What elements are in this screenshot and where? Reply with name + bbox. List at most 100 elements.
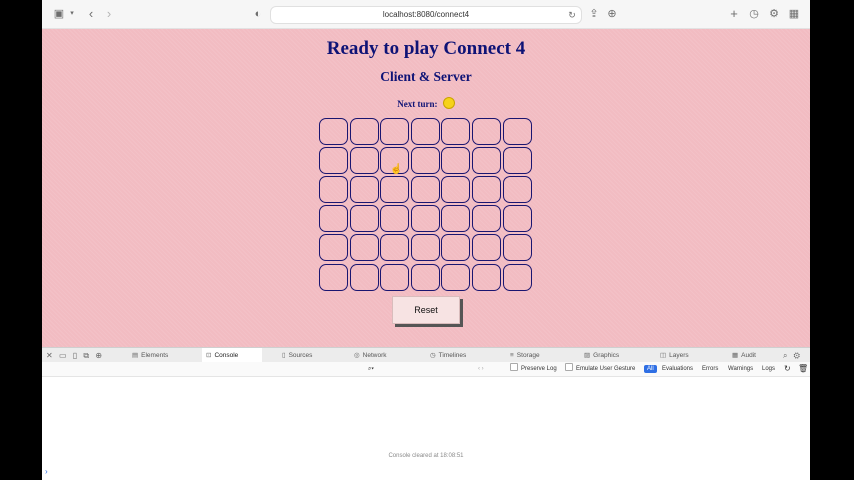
board-cell[interactable]: [380, 234, 410, 262]
filter-icon[interactable]: ⌕▾: [368, 362, 374, 376]
board-cell[interactable]: [441, 205, 471, 233]
turn-disc-icon: [442, 97, 455, 109]
turn-label: Next turn:: [397, 99, 438, 109]
shield-icon[interactable]: ◐: [252, 7, 264, 21]
board-cell[interactable]: [349, 118, 379, 145]
network-icon: ◎: [354, 352, 360, 359]
board-cell[interactable]: [410, 147, 440, 175]
page-title: Ready to play Connect 4: [326, 38, 526, 59]
board-cell[interactable]: [441, 118, 471, 145]
console-icon: ⊡: [206, 352, 212, 359]
board-cell[interactable]: [410, 205, 440, 233]
trash-icon[interactable]: 🗑: [798, 362, 808, 376]
pointer-cursor-icon: ☝: [390, 164, 403, 175]
board-cell[interactable]: [319, 234, 348, 262]
board-cell[interactable]: [410, 118, 440, 145]
board-cell[interactable]: [349, 147, 379, 175]
preserve-log-checkbox[interactable]: Preserve Log: [510, 362, 557, 376]
gear-icon[interactable]: ⚙: [768, 7, 780, 21]
board-cell[interactable]: [502, 118, 532, 145]
devtools-tab-label: Timelines: [438, 352, 467, 359]
page-subtitle: Client & Server: [380, 69, 472, 84]
devtools-tab-audit[interactable]: ▦ Audit: [728, 348, 778, 363]
target-icon[interactable]: ⊕: [95, 351, 104, 360]
board-cell[interactable]: [502, 205, 532, 233]
nav-arrows-icon[interactable]: ‹ ›: [478, 362, 484, 376]
board-cell[interactable]: [380, 118, 410, 145]
filter-errors-button[interactable]: Errors: [702, 362, 718, 376]
board-cell[interactable]: [502, 147, 532, 175]
devtools-tab-sources[interactable]: ▯ Sources: [278, 348, 336, 363]
board-cell[interactable]: [441, 263, 471, 291]
filter-evaluations-button[interactable]: Evaluations: [662, 362, 693, 376]
devtools-tab-label: Sources: [288, 352, 313, 359]
devtools-tab-elements[interactable]: ▤ Elements: [128, 348, 188, 363]
board-cell[interactable]: [472, 263, 501, 291]
share-icon[interactable]: ⇪: [588, 7, 600, 21]
devtools-tab-console[interactable]: ⊡ Console: [202, 348, 262, 363]
board-cell[interactable]: [349, 205, 379, 233]
elements-icon: ▤: [132, 352, 139, 359]
board-cell[interactable]: [472, 118, 501, 145]
board-cell[interactable]: [502, 176, 532, 204]
board-cell[interactable]: [410, 176, 440, 204]
image-icon: ▨: [584, 352, 591, 359]
settings-icon[interactable]: ⚙: [794, 351, 806, 360]
clock-icon[interactable]: ◷: [748, 7, 760, 21]
address-bar[interactable]: localhost:8080/connect4 ↻: [270, 6, 582, 24]
board-cell[interactable]: [319, 263, 348, 291]
plus-icon[interactable]: +: [728, 7, 740, 21]
chevron-left-icon[interactable]: ‹: [86, 7, 96, 21]
download-icon[interactable]: ⊕: [606, 7, 618, 21]
board-cell[interactable]: [502, 263, 532, 291]
filter-logs-button[interactable]: Logs: [762, 362, 775, 376]
chevron-down-icon[interactable]: ▾: [68, 7, 76, 21]
board-cell[interactable]: [441, 234, 471, 262]
board-cell[interactable]: [319, 205, 348, 233]
board-cell[interactable]: [319, 176, 348, 204]
devtools-tab-label: Layers: [669, 352, 689, 359]
devtools-tab-network[interactable]: ◎ Network: [350, 348, 412, 363]
board-cell[interactable]: [349, 234, 379, 262]
dock-icon[interactable]: ▭: [59, 351, 69, 360]
board-cell[interactable]: [441, 147, 471, 175]
reset-button[interactable]: Reset: [392, 296, 460, 324]
console-output[interactable]: Console cleared at 18:08:51 ›: [42, 377, 810, 480]
grid-icon[interactable]: ▦: [788, 7, 800, 21]
board-cell[interactable]: [472, 176, 501, 204]
board-cell[interactable]: [441, 176, 471, 204]
reload-icon[interactable]: ↻: [567, 8, 577, 22]
filter-warnings-button[interactable]: Warnings: [728, 362, 753, 376]
devtools-tab-label: Elements: [141, 352, 169, 359]
board-cell[interactable]: [380, 263, 410, 291]
board-cell[interactable]: [380, 176, 410, 204]
board-cell[interactable]: [410, 263, 440, 291]
board-cell[interactable]: [380, 205, 410, 233]
window-icon[interactable]: ⧉: [83, 351, 91, 360]
console-prompt[interactable]: ›: [45, 467, 48, 476]
devtools-tab-graphics[interactable]: ▨ Graphics: [580, 348, 642, 363]
search-icon[interactable]: ⌕: [783, 351, 793, 360]
board-cell[interactable]: [319, 147, 348, 175]
board-cell[interactable]: [410, 234, 440, 262]
console-cleared-message: Console cleared at 18:08:51: [388, 453, 464, 459]
devtools-tab-timelines[interactable]: ◷ Timelines: [426, 348, 492, 363]
split-icon[interactable]: ▯: [73, 351, 79, 360]
emulate-gesture-checkbox[interactable]: Emulate User Gesture: [565, 362, 635, 376]
board-cell[interactable]: [349, 263, 379, 291]
chevron-right-icon[interactable]: ›: [104, 7, 114, 21]
board-cell[interactable]: [472, 147, 501, 175]
url-text: localhost:8080/connect4: [382, 10, 470, 19]
board-cell[interactable]: [319, 118, 348, 145]
sidebar-icon[interactable]: ▣: [52, 7, 66, 21]
board-cell[interactable]: [472, 205, 501, 233]
devtools-tab-layers[interactable]: ◫ Layers: [656, 348, 714, 363]
clear-on-reload-icon[interactable]: ↻: [784, 362, 791, 376]
game-board[interactable]: [319, 118, 535, 293]
board-cell[interactable]: [472, 234, 501, 262]
board-cell[interactable]: [349, 176, 379, 204]
board-cell[interactable]: [502, 234, 532, 262]
close-icon[interactable]: ✕: [46, 351, 55, 360]
filter-all-button[interactable]: All: [644, 365, 657, 373]
devtools-tab-storage[interactable]: ≡ Storage: [506, 348, 564, 363]
